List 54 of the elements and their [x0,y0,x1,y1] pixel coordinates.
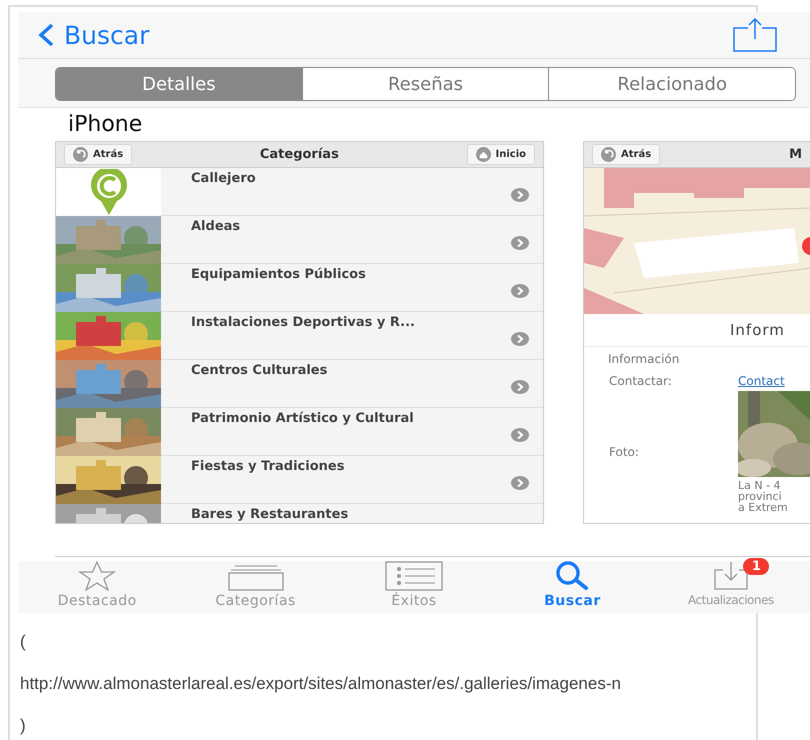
back-icon [73,147,88,162]
ranked-list-icon [385,561,444,591]
tab-bar-item[interactable]: Actualizaciones 1 [652,561,810,613]
caption-text: ) [20,715,27,737]
category-row[interactable]: Aldeas [56,216,543,264]
category-row[interactable]: Instalaciones Deportivas y R... [56,312,543,360]
photo-caption: a Extrem [738,502,789,513]
caption-text: http://www.almonasterlareal.es/export/sites/almonaster/es/.galleries/imagenes-n [20,673,622,695]
category-name: Instalaciones Deportivas y R... [190,314,416,332]
category-name: Patrimonio Artístico y Cultural [190,410,415,428]
category-row[interactable]: Callejero [56,168,543,216]
device-heading: iPhone [67,111,144,139]
category-name: Aldeas [190,218,242,236]
home-button[interactable]: Inicio [466,144,535,165]
back-icon [601,147,616,162]
chevron-right-icon [511,428,529,442]
home-icon [476,147,490,162]
category-name: Equipamientos Públicos [190,266,367,284]
category-name: Callejero [190,170,257,188]
chevron-right-icon [511,236,529,250]
share-icon[interactable] [732,18,778,52]
count-badge: 1 [742,558,770,575]
category-name: Centros Culturales [190,362,328,380]
contact-link[interactable]: Contact [738,374,785,388]
category-name: Fiestas y Tradiciones [190,458,346,476]
info-heading: Información [607,351,680,368]
back-button[interactable]: Atrás [592,144,660,165]
download-tray-icon [712,561,749,591]
pin-logo-icon [88,169,128,215]
category-row[interactable]: Equipamientos Públicos [56,264,543,312]
chevron-right-icon [511,284,529,298]
photo-caption: La N - 4 [738,480,782,491]
category-row[interactable]: Patrimonio Artístico y Cultural [56,408,543,456]
chevron-right-icon [511,332,529,346]
screen-title: Categorías [260,147,339,162]
segment-tab[interactable]: Reseñas [302,68,548,100]
segment-tab[interactable]: Detalles [56,68,302,100]
back-link[interactable]: Buscar [38,20,150,50]
segment-tab[interactable]: Relacionado [548,68,795,100]
category-row[interactable]: Centros Culturales [56,360,543,408]
tab-bar-item[interactable]: Buscar [493,561,652,613]
chevron-right-icon [511,188,529,202]
category-name: Bares y Restaurantes [190,506,350,523]
chevron-right-icon [511,476,529,490]
star-icon [78,561,116,591]
caption-text: ( [20,631,27,653]
info-title: Inform [584,314,810,347]
field-label: Foto: [609,445,640,459]
photo-caption: provinci [738,491,783,502]
chevron-left-icon [38,23,54,47]
chevron-right-icon [511,380,529,394]
screen-title: M [789,147,802,162]
field-label: Contactar: [609,374,673,388]
back-button[interactable]: Atrás [64,144,132,165]
